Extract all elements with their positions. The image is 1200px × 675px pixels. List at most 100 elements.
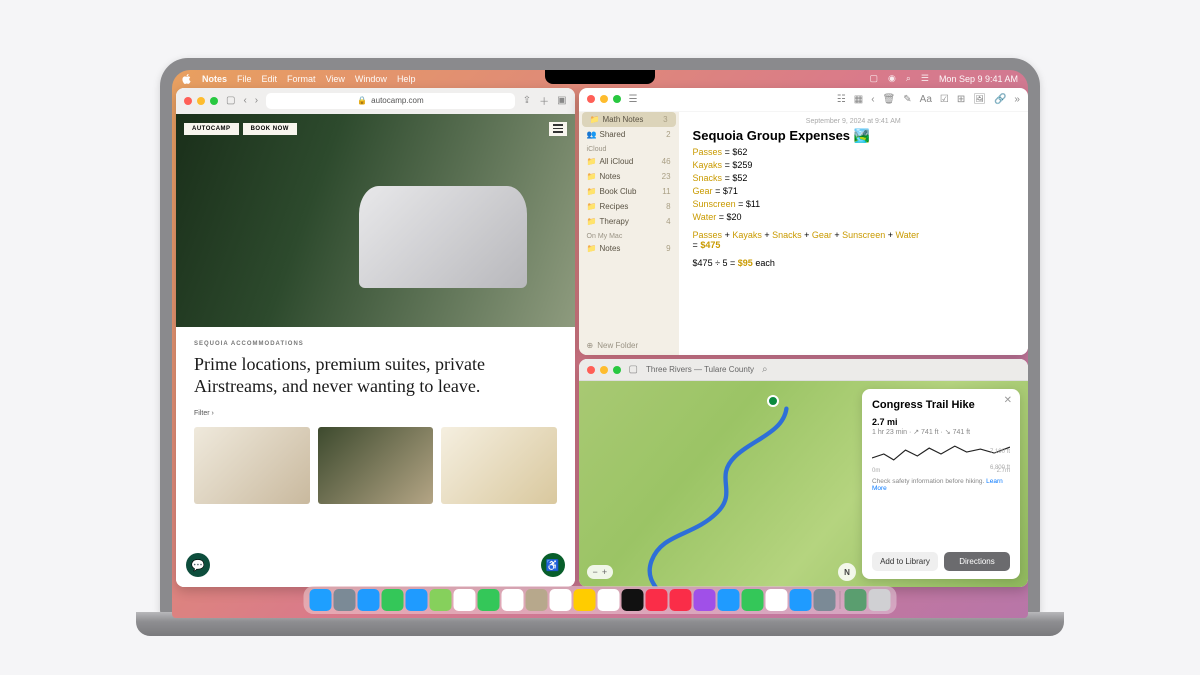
filter-link[interactable]: Filter › bbox=[194, 410, 557, 417]
tabs-icon[interactable]: ▣ bbox=[557, 95, 566, 106]
minimize-button[interactable] bbox=[600, 95, 608, 103]
close-button[interactable] bbox=[184, 97, 192, 105]
map-canvas[interactable]: −+ N ✕ Congress Trail Hike 2.7 mi 1 hr 2… bbox=[579, 381, 1028, 587]
sidebar-item-notes[interactable]: 📁Notes23 bbox=[579, 169, 679, 184]
back-icon[interactable]: ‹ bbox=[871, 94, 874, 105]
dock-icon-finder[interactable] bbox=[310, 589, 332, 611]
dock-icon-messages[interactable] bbox=[382, 589, 404, 611]
shared-icon: 👥 bbox=[587, 130, 597, 139]
zoom-button[interactable] bbox=[613, 95, 621, 103]
forward-icon[interactable]: › bbox=[255, 95, 258, 106]
close-button[interactable] bbox=[587, 95, 595, 103]
note-division: $475 ÷ 5 = $95 each bbox=[693, 258, 1014, 268]
dock-icon-trash[interactable] bbox=[869, 589, 891, 611]
thumbnail-1[interactable] bbox=[194, 427, 310, 504]
media-icon[interactable]: 🖼 bbox=[973, 94, 986, 105]
zoom-button[interactable] bbox=[210, 97, 218, 105]
checklist-icon[interactable]: ☑ bbox=[940, 94, 949, 105]
notes-toolbar: ☰ ☷ ▦ ‹ 🗑 ✎ Aa ☑ ⊞ 🖼 🔗 » bbox=[579, 88, 1028, 112]
dock-icon-freeform[interactable] bbox=[598, 589, 620, 611]
dock-icon-photos[interactable] bbox=[454, 589, 476, 611]
more-icon[interactable]: » bbox=[1014, 94, 1020, 105]
brand-logo[interactable]: AUTOCAMP bbox=[184, 123, 239, 135]
book-now-button[interactable]: BOOK NOW bbox=[243, 123, 297, 135]
sidebar-item-book-club[interactable]: 📁Book Club11 bbox=[579, 184, 679, 199]
chat-fab[interactable]: 💬 bbox=[186, 553, 210, 577]
dock-icon-home[interactable] bbox=[766, 589, 788, 611]
dock-icon-appstore[interactable] bbox=[718, 589, 740, 611]
zoom-in-icon[interactable]: + bbox=[602, 567, 607, 577]
dock-icon-news[interactable] bbox=[670, 589, 692, 611]
menubar-item-format[interactable]: Format bbox=[287, 74, 316, 84]
accessibility-fab[interactable]: ♿ bbox=[541, 553, 565, 577]
link-icon[interactable]: 🔗 bbox=[994, 94, 1006, 105]
directions-button[interactable]: Directions bbox=[944, 552, 1010, 571]
menubar-item-view[interactable]: View bbox=[326, 74, 345, 84]
sidebar-icon[interactable]: ▢ bbox=[226, 95, 235, 106]
back-icon[interactable]: ‹ bbox=[243, 95, 246, 106]
sidebar-icon[interactable]: ▢ bbox=[629, 364, 638, 375]
close-icon[interactable]: ✕ bbox=[1004, 395, 1012, 406]
dock-icon-music[interactable] bbox=[646, 589, 668, 611]
menubar-clock[interactable]: Mon Sep 9 9:41 AM bbox=[939, 74, 1018, 84]
wifi-icon[interactable]: ◉ bbox=[888, 73, 896, 84]
minimize-button[interactable] bbox=[197, 97, 205, 105]
menubar-item-edit[interactable]: Edit bbox=[262, 74, 278, 84]
zoom-controls[interactable]: −+ bbox=[587, 565, 614, 579]
sidebar-item-therapy[interactable]: 📁Therapy4 bbox=[579, 214, 679, 229]
compose-icon[interactable]: ✎ bbox=[903, 94, 911, 105]
url-bar[interactable]: 🔒 autocamp.com bbox=[266, 93, 515, 109]
share-icon[interactable]: ⇪ bbox=[523, 95, 531, 106]
menubar-app-name[interactable]: Notes bbox=[202, 74, 227, 84]
search-icon[interactable]: ⌕ bbox=[906, 73, 911, 84]
dock-icon-appstore2[interactable] bbox=[790, 589, 812, 611]
dock-icon-settings[interactable] bbox=[814, 589, 836, 611]
notes-window: ☰ ☷ ▦ ‹ 🗑 ✎ Aa ☑ ⊞ 🖼 🔗 » 📁Math Not bbox=[579, 88, 1028, 356]
zoom-button[interactable] bbox=[613, 366, 621, 374]
battery-icon[interactable]: ▢ bbox=[869, 73, 878, 84]
thumbnail-2[interactable] bbox=[318, 427, 434, 504]
dock-icon-launchpad[interactable] bbox=[334, 589, 356, 611]
dock-icon-tv[interactable] bbox=[622, 589, 644, 611]
trash-icon[interactable]: 🗑 bbox=[883, 94, 896, 105]
new-folder-button[interactable]: ⊕New Folder bbox=[579, 336, 679, 355]
dock-icon-contacts[interactable] bbox=[526, 589, 548, 611]
add-to-library-button[interactable]: Add to Library bbox=[872, 552, 938, 571]
elev-max: 7,100 ft bbox=[990, 449, 1010, 455]
dock-icon-reminders[interactable] bbox=[550, 589, 572, 611]
control-center-icon[interactable]: ☰ bbox=[921, 73, 929, 84]
new-tab-icon[interactable]: ＋ bbox=[539, 93, 549, 108]
hamburger-menu-icon[interactable] bbox=[549, 122, 567, 136]
sidebar-toggle-icon[interactable]: ☰ bbox=[629, 94, 638, 105]
menubar-item-file[interactable]: File bbox=[237, 74, 252, 84]
format-icon[interactable]: Aa bbox=[920, 94, 932, 105]
note-editor[interactable]: September 9, 2024 at 9:41 AM Sequoia Gro… bbox=[679, 112, 1028, 356]
menubar-item-help[interactable]: Help bbox=[397, 74, 416, 84]
minimize-button[interactable] bbox=[600, 366, 608, 374]
dock-icon-numbers[interactable] bbox=[742, 589, 764, 611]
table-icon[interactable]: ⊞ bbox=[957, 94, 965, 105]
sidebar-item-all-icloud[interactable]: 📁All iCloud46 bbox=[579, 154, 679, 169]
list-view-icon[interactable]: ☷ bbox=[837, 94, 846, 105]
thumbnail-3[interactable] bbox=[441, 427, 557, 504]
dock-icon-facetime[interactable] bbox=[478, 589, 500, 611]
dock-icon-downloads[interactable] bbox=[845, 589, 867, 611]
dock-icon-safari[interactable] bbox=[358, 589, 380, 611]
sidebar-item-recipes[interactable]: 📁Recipes8 bbox=[579, 199, 679, 214]
dock-icon-podcasts[interactable] bbox=[694, 589, 716, 611]
gallery-view-icon[interactable]: ▦ bbox=[854, 94, 863, 105]
apple-menu-icon[interactable] bbox=[182, 74, 192, 84]
dock-icon-notes[interactable] bbox=[574, 589, 596, 611]
dock-icon-mail[interactable] bbox=[406, 589, 428, 611]
search-icon[interactable]: ⌕ bbox=[762, 364, 768, 375]
close-button[interactable] bbox=[587, 366, 595, 374]
dock-icon-maps[interactable] bbox=[430, 589, 452, 611]
dock-icon-calendar[interactable] bbox=[502, 589, 524, 611]
zoom-out-icon[interactable]: − bbox=[593, 567, 598, 577]
folder-icon: 📁 bbox=[587, 202, 597, 211]
maps-toolbar: ▢ Three Rivers — Tulare County ⌕ bbox=[579, 359, 1028, 381]
sidebar-item-local-notes[interactable]: 📁Notes9 bbox=[579, 241, 679, 256]
sidebar-item-math-notes[interactable]: 📁Math Notes3 bbox=[582, 112, 676, 127]
sidebar-item-shared[interactable]: 👥Shared2 bbox=[579, 127, 679, 142]
menubar-item-window[interactable]: Window bbox=[355, 74, 387, 84]
